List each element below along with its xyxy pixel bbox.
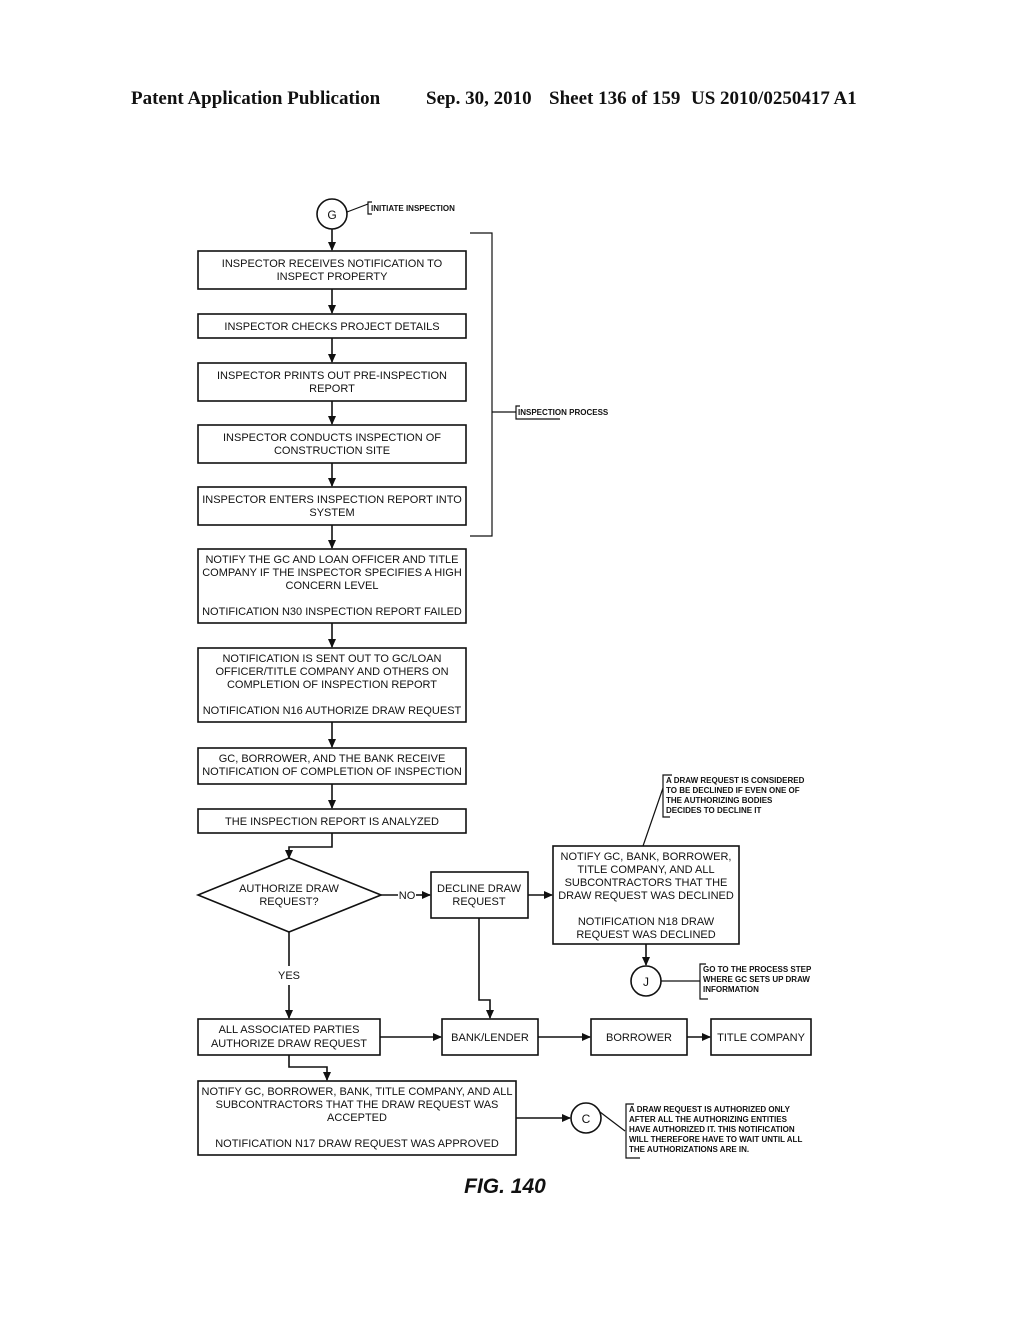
step-all-parties-authorize: ALL ASSOCIATED PARTIES AUTHORIZE DRAW RE… <box>197 1018 381 1056</box>
svg-text:NOTIFICATION N30 INSPECTION RE: NOTIFICATION N30 INSPECTION REPORT FAILE… <box>202 606 462 618</box>
step-decline-draw: DECLINE DRAW REQUEST <box>430 871 529 919</box>
svg-text:NOTIFY THE GC AND LOAN OFFICER: NOTIFY THE GC AND LOAN OFFICER AND TITLE <box>205 554 458 566</box>
svg-text:INFORMATION: INFORMATION <box>703 985 759 994</box>
flowchart: G INITIATE INSPECTION INSPECTION PROCESS… <box>195 198 812 1198</box>
no-label: NO <box>399 890 416 902</box>
step-report-analyzed: THE INSPECTION REPORT IS ANALYZED <box>197 808 467 834</box>
step-conducts-inspection: INSPECTOR CONDUCTS INSPECTION OF CONSTRU… <box>197 424 467 464</box>
svg-text:INSPECTOR CONDUCTS INSPECTION: INSPECTOR CONDUCTS INSPECTION OF <box>223 432 441 444</box>
svg-text:NOTIFICATION N16 AUTHORIZE DRA: NOTIFICATION N16 AUTHORIZE DRAW REQUEST <box>203 705 462 717</box>
svg-text:TITLE COMPANY: TITLE COMPANY <box>717 1032 805 1044</box>
svg-text:REQUEST: REQUEST <box>452 896 505 908</box>
authorized-note-leader <box>599 1111 626 1132</box>
yes-label: YES <box>278 970 300 982</box>
svg-text:NOTIFY GC, BORROWER, BANK, TIT: NOTIFY GC, BORROWER, BANK, TITLE COMPANY… <box>202 1086 513 1098</box>
arrow <box>478 918 494 1019</box>
initiate-inspection-label: INITIATE INSPECTION <box>371 204 455 213</box>
decision-authorize-draw: AUTHORIZE DRAW REQUEST? <box>195 857 384 933</box>
connector-g: G <box>316 198 348 230</box>
figure-label: FIG. 140 <box>464 1175 546 1198</box>
svg-text:WHERE GC SETS UP DRAW: WHERE GC SETS UP DRAW <box>703 975 810 984</box>
step-notify-high-concern: NOTIFY THE GC AND LOAN OFFICER AND TITLE… <box>197 548 467 624</box>
step-title-company: TITLE COMPANY <box>710 1018 812 1056</box>
svg-text:HAVE AUTHORIZED IT. THIS NOTI: HAVE AUTHORIZED IT. THIS NOTIFICATION <box>629 1125 795 1134</box>
svg-text:INSPECTOR RECEIVES NOTIFICATIO: INSPECTOR RECEIVES NOTIFICATION TO <box>222 258 443 270</box>
svg-text:NOTIFICATION OF COMPLETION OF: NOTIFICATION OF COMPLETION OF INSPECTION <box>202 766 462 778</box>
svg-text:INSPECTOR PRINTS OUT PRE-INSPE: INSPECTOR PRINTS OUT PRE-INSPECTION <box>217 370 447 382</box>
svg-text:DRAW REQUEST WAS DECLINED: DRAW REQUEST WAS DECLINED <box>558 890 734 902</box>
svg-text:THE AUTHORIZING BODIES: THE AUTHORIZING BODIES <box>666 796 773 805</box>
svg-text:THE AUTHORIZATIONS ARE IN.: THE AUTHORIZATIONS ARE IN. <box>629 1145 749 1154</box>
step-checks-project: INSPECTOR CHECKS PROJECT DETAILS <box>197 313 467 339</box>
step-bank-lender: BANK/LENDER <box>441 1018 539 1056</box>
step-notify-accepted: NOTIFY GC, BORROWER, BANK, TITLE COMPANY… <box>197 1080 517 1156</box>
svg-text:ACCEPTED: ACCEPTED <box>327 1112 387 1124</box>
svg-text:DECLINE DRAW: DECLINE DRAW <box>437 883 522 895</box>
svg-text:COMPANY IF THE INSPECTOR SPECI: COMPANY IF THE INSPECTOR SPECIFIES A HIG… <box>202 567 462 579</box>
inspection-process-label: INSPECTION PROCESS <box>518 408 609 417</box>
arrow <box>285 833 333 859</box>
svg-text:GO TO THE PROCESS STEP: GO TO THE PROCESS STEP <box>703 965 812 974</box>
svg-text:CONSTRUCTION SITE: CONSTRUCTION SITE <box>274 445 390 457</box>
initiate-leader <box>346 203 369 213</box>
svg-text:CONCERN LEVEL: CONCERN LEVEL <box>286 580 379 592</box>
svg-text:TO BE DECLINED IF EVEN ONE OF: TO BE DECLINED IF EVEN ONE OF <box>666 786 800 795</box>
svg-text:DECIDES TO DECLINE IT: DECIDES TO DECLINE IT <box>666 806 762 815</box>
svg-text:OFFICER/TITLE COMPANY AND OTHE: OFFICER/TITLE COMPANY AND OTHERS ON <box>215 666 448 678</box>
step-receive-notification: INSPECTOR RECEIVES NOTIFICATION TO INSPE… <box>197 250 467 290</box>
svg-text:AUTHORIZE DRAW REQUEST: AUTHORIZE DRAW REQUEST <box>211 1038 367 1050</box>
svg-text:GC, BORROWER, AND THE BANK REC: GC, BORROWER, AND THE BANK RECEIVE <box>219 753 446 765</box>
svg-text:REQUEST?: REQUEST? <box>259 896 318 908</box>
svg-text:REPORT: REPORT <box>309 383 355 395</box>
step-enters-report: INSPECTOR ENTERS INSPECTION REPORT INTO … <box>197 486 467 526</box>
svg-text:BORROWER: BORROWER <box>606 1032 672 1044</box>
step-notify-declined: NOTIFY GC, BANK, BORROWER, TITLE COMPANY… <box>552 845 740 945</box>
authorized-note: A DRAW REQUEST IS AUTHORIZED ONLY AFTER … <box>629 1105 802 1154</box>
goto-note: GO TO THE PROCESS STEP WHERE GC SETS UP … <box>703 965 812 994</box>
svg-text:G: G <box>327 208 336 222</box>
step-prints-report: INSPECTOR PRINTS OUT PRE-INSPECTION REPO… <box>197 362 467 402</box>
step-receive-completion: GC, BORROWER, AND THE BANK RECEIVE NOTIF… <box>197 747 467 785</box>
step-borrower: BORROWER <box>590 1018 688 1056</box>
svg-text:TITLE COMPANY, AND ALL: TITLE COMPANY, AND ALL <box>577 864 714 876</box>
svg-text:NOTIFICATION IS SENT OUT TO GC: NOTIFICATION IS SENT OUT TO GC/LOAN <box>222 653 441 665</box>
svg-text:INSPECTOR CHECKS PROJECT DETAI: INSPECTOR CHECKS PROJECT DETAILS <box>224 321 439 333</box>
svg-text:NOTIFICATION N17 DRAW REQUEST: NOTIFICATION N17 DRAW REQUEST WAS APPROV… <box>215 1138 499 1150</box>
svg-text:SUBCONTRACTORS THAT THE: SUBCONTRACTORS THAT THE <box>565 877 728 889</box>
svg-text:NOTIFY GC, BANK, BORROWER,: NOTIFY GC, BANK, BORROWER, <box>561 851 732 863</box>
svg-text:REQUEST WAS DECLINED: REQUEST WAS DECLINED <box>576 929 715 941</box>
svg-text:BANK/LENDER: BANK/LENDER <box>451 1032 529 1044</box>
arrow <box>288 1055 331 1081</box>
inspection-process-bracket <box>470 232 493 537</box>
declined-note-leader <box>642 787 664 847</box>
svg-text:NOTIFICATION N18 DRAW: NOTIFICATION N18 DRAW <box>578 916 715 928</box>
svg-text:COMPLETION OF INSPECTION REPOR: COMPLETION OF INSPECTION REPORT <box>227 679 437 691</box>
svg-text:THE INSPECTION REPORT IS ANALY: THE INSPECTION REPORT IS ANALYZED <box>225 816 439 828</box>
connector-j: J <box>630 965 662 997</box>
svg-text:INSPECTOR ENTERS INSPECTION RE: INSPECTOR ENTERS INSPECTION REPORT INTO <box>202 494 462 506</box>
svg-text:AUTHORIZE DRAW: AUTHORIZE DRAW <box>239 883 339 895</box>
connector-c: C <box>570 1102 602 1134</box>
step-notification-sent: NOTIFICATION IS SENT OUT TO GC/LOAN OFFI… <box>197 647 467 723</box>
declined-note: A DRAW REQUEST IS CONSIDERED TO BE DECLI… <box>666 776 805 815</box>
svg-text:A DRAW REQUEST IS AUTHORIZED O: A DRAW REQUEST IS AUTHORIZED ONLY <box>629 1105 791 1114</box>
svg-text:ALL ASSOCIATED PARTIES: ALL ASSOCIATED PARTIES <box>219 1024 360 1036</box>
svg-text:SUBCONTRACTORS THAT THE DRAW R: SUBCONTRACTORS THAT THE DRAW REQUEST WAS <box>216 1099 499 1111</box>
svg-text:INSPECT PROPERTY: INSPECT PROPERTY <box>277 271 389 283</box>
svg-text:A DRAW REQUEST IS CONSIDERED: A DRAW REQUEST IS CONSIDERED <box>666 776 805 785</box>
svg-text:C: C <box>582 1112 591 1126</box>
svg-text:SYSTEM: SYSTEM <box>309 507 354 519</box>
svg-text:J: J <box>643 975 649 989</box>
svg-text:WILL THEREFORE HAVE TO WAIT UN: WILL THEREFORE HAVE TO WAIT UNTIL ALL <box>629 1135 802 1144</box>
svg-text:AFTER ALL THE AUTHORIZING ENTI: AFTER ALL THE AUTHORIZING ENTITIES <box>629 1115 788 1124</box>
